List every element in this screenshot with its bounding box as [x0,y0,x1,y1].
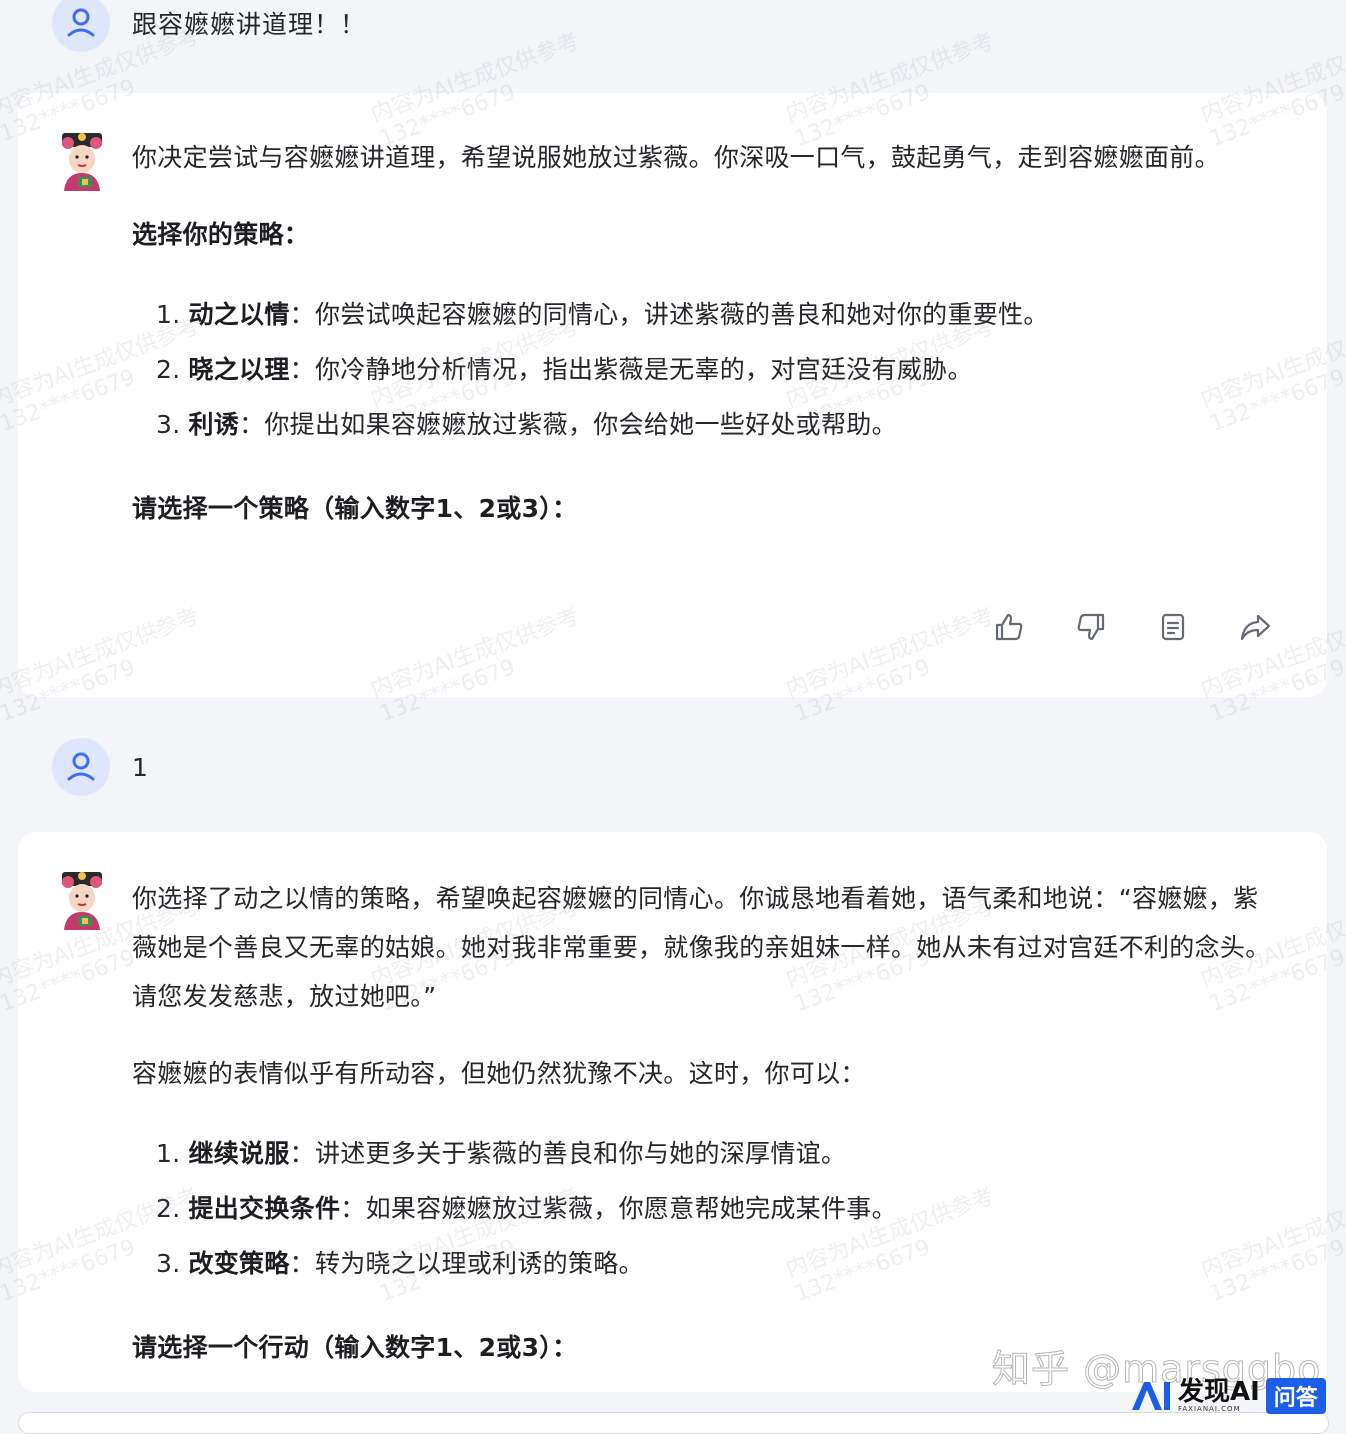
thumbs-down-icon [1077,613,1105,641]
ai-logo-icon [1132,1382,1170,1410]
strategy-prompt: 请选择一个策略（输入数字1、2或3）： [132,494,578,523]
option-desc: ：转为晓之以理或利诱的策略。 [289,1249,644,1278]
chat-input-box[interactable] [18,1412,1329,1434]
option-title: 动之以情 [188,300,290,329]
option-title: 继续说服 [188,1139,290,1168]
dislike-button[interactable] [1073,609,1109,645]
bot-followup-text: 容嬷嬷的表情似乎有所动容，但她仍然犹豫不决。这时，你可以： [132,1059,866,1088]
brand-logo: 发现AI FAXIANAI.COM 问答 [1130,1378,1326,1414]
option-title: 提出交换条件 [188,1194,341,1223]
option-desc: ：你提出如果容嬷嬷放过紫薇，你会给她一些好处或帮助。 [239,410,897,439]
strategy-heading: 选择你的策略： [132,220,310,249]
brand-tag: 问答 [1265,1378,1326,1414]
share-icon [1240,614,1271,641]
option-title: 晓之以理 [188,355,290,384]
option-desc: ：如果容嬷嬷放过紫薇，你愿意帮她完成某件事。 [340,1194,897,1223]
option-title: 利诱 [188,410,240,439]
bot-avatar [56,129,108,191]
strategy-options: 1. 动之以情：你尝试唤起容嬷嬷的同情心，讲述紫薇的善良和她对你的重要性。 2. 晓… [132,287,1272,452]
option-title: 改变策略 [188,1249,290,1278]
list-item: 1. 继续说服：讲述更多关于紫薇的善良和你与她的深厚情谊。 [156,1126,1272,1181]
bot-intro-text: 你选择了动之以情的策略，希望唤起容嬷嬷的同情心。你诚恳地看着她，语气柔和地说：“… [132,884,1271,1011]
user-message-text: 1 [132,752,149,782]
list-item: 3. 利诱：你提出如果容嬷嬷放过紫薇，你会给她一些好处或帮助。 [156,397,1272,452]
bot-message-body: 你决定尝试与容嬷嬷讲道理，希望说服她放过紫薇。你深吸一口气，鼓起勇气，走到容嬷嬷… [132,133,1272,561]
bot-message-body: 你选择了动之以情的策略，希望唤起容嬷嬷的同情心。你诚恳地看着她，语气柔和地说：“… [132,874,1272,1400]
like-button[interactable] [991,609,1027,645]
list-item: 1. 动之以情：你尝试唤起容嬷嬷的同情心，讲述紫薇的善良和她对你的重要性。 [156,287,1272,342]
user-message: 跟容嬷嬷讲道理！！ [52,0,366,52]
bot-avatar-icon [62,133,102,191]
user-icon [67,752,95,781]
brand-text: 发现AI FAXIANAI.COM [1178,1379,1260,1413]
list-item: 3. 改变策略：转为晓之以理或利诱的策略。 [156,1236,1272,1291]
bot-avatar [56,868,108,930]
option-number: 2. [156,1194,181,1223]
option-desc: ：你尝试唤起容嬷嬷的同情心，讲述紫薇的善良和她对你的重要性。 [289,300,1049,329]
option-desc: ：你冷静地分析情况，指出紫薇是无辜的，对宫廷没有威胁。 [289,355,973,384]
bot-message-card: 你选择了动之以情的策略，希望唤起容嬷嬷的同情心。你诚恳地看着她，语气柔和地说：“… [18,832,1327,1392]
user-message: 1 [52,738,149,796]
thumbs-up-icon [995,613,1023,641]
user-icon [67,8,95,37]
option-number: 2. [156,355,181,384]
option-number: 1. [156,1139,181,1168]
option-desc: ：讲述更多关于紫薇的善良和你与她的深厚情谊。 [289,1139,847,1168]
copy-button[interactable] [1155,609,1191,645]
list-item: 2. 晓之以理：你冷静地分析情况，指出紫薇是无辜的，对宫廷没有威胁。 [156,342,1272,397]
share-button[interactable] [1237,609,1273,645]
user-avatar [52,0,110,52]
list-item: 2. 提出交换条件：如果容嬷嬷放过紫薇，你愿意帮她完成某件事。 [156,1181,1272,1236]
user-avatar [52,738,110,796]
bot-message-card: 你决定尝试与容嬷嬷讲道理，希望说服她放过紫薇。你深吸一口气，鼓起勇气，走到容嬷嬷… [18,93,1327,697]
option-number: 1. [156,300,181,329]
option-number: 3. [156,1249,181,1278]
brand-name: 发现AI [1178,1377,1260,1407]
bot-intro-text: 你决定尝试与容嬷嬷讲道理，希望说服她放过紫薇。你深吸一口气，鼓起勇气，走到容嬷嬷… [132,143,1220,172]
user-message-text: 跟容嬷嬷讲道理！！ [132,10,367,39]
action-options: 1. 继续说服：讲述更多关于紫薇的善良和你与她的深厚情谊。 2. 提出交换条件：如果… [132,1126,1272,1291]
message-actions [991,609,1273,645]
copy-icon [1161,613,1185,641]
bot-avatar-icon [62,872,102,930]
option-number: 3. [156,410,181,439]
